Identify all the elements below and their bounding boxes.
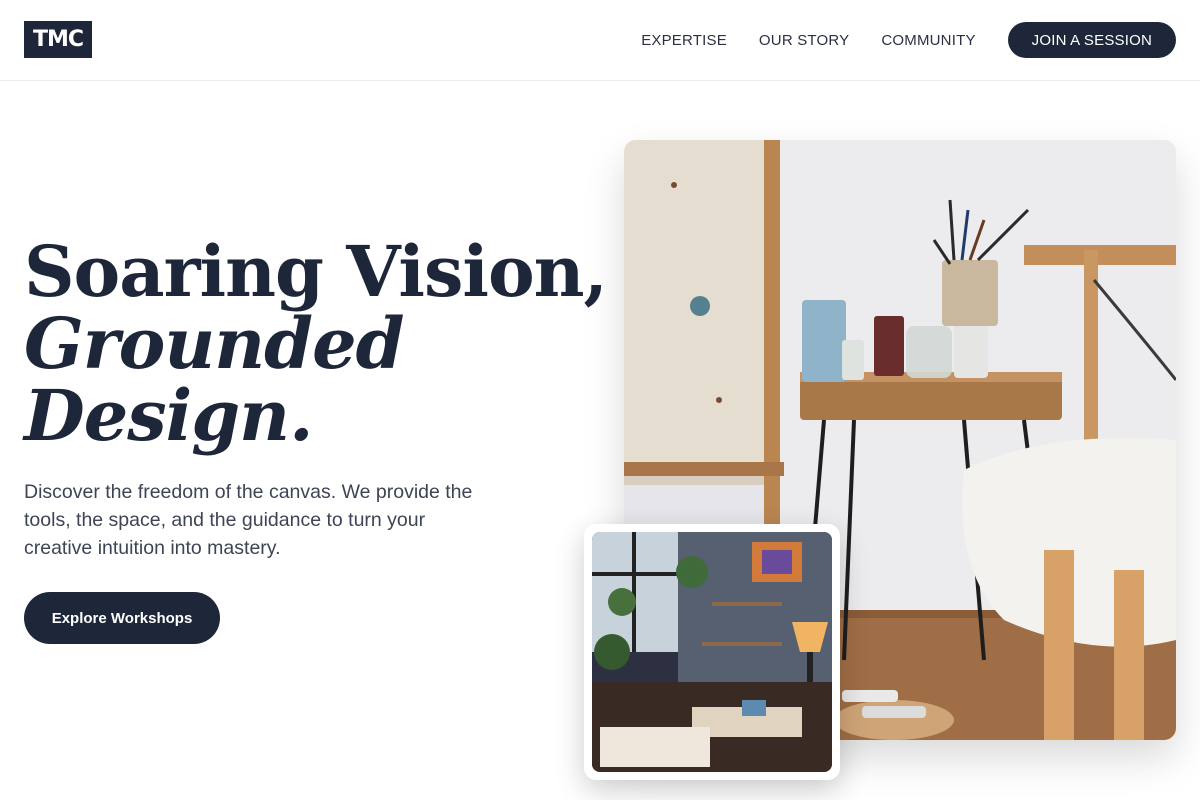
headline-line-1: Soaring Vision, [24,230,608,313]
join-session-button[interactable]: JOIN A SESSION [1007,22,1176,58]
nav-link-expertise[interactable]: EXPERTISE [641,32,727,49]
hero-description: Discover the freedom of the canvas. We p… [24,481,473,559]
nav-link-our-story[interactable]: OUR STORY [759,32,849,49]
explore-workshops-button[interactable]: Explore Workshops [24,592,220,644]
hero-headline: Soaring Vision, Grounded Design. [24,230,608,457]
logo[interactable]: TMC [24,21,92,58]
inset-photo-frame [584,524,840,780]
inset-studio-photo [592,532,832,772]
headline-line-3: Design. [24,374,313,457]
site-header: TMC EXPERTISE OUR STORY COMMUNITY JOIN A… [0,0,1200,81]
headline-line-2: Grounded [24,302,405,385]
nav-link-community[interactable]: COMMUNITY [881,32,975,49]
main-nav: EXPERTISE OUR STORY COMMUNITY JOIN A SES… [641,22,1176,58]
